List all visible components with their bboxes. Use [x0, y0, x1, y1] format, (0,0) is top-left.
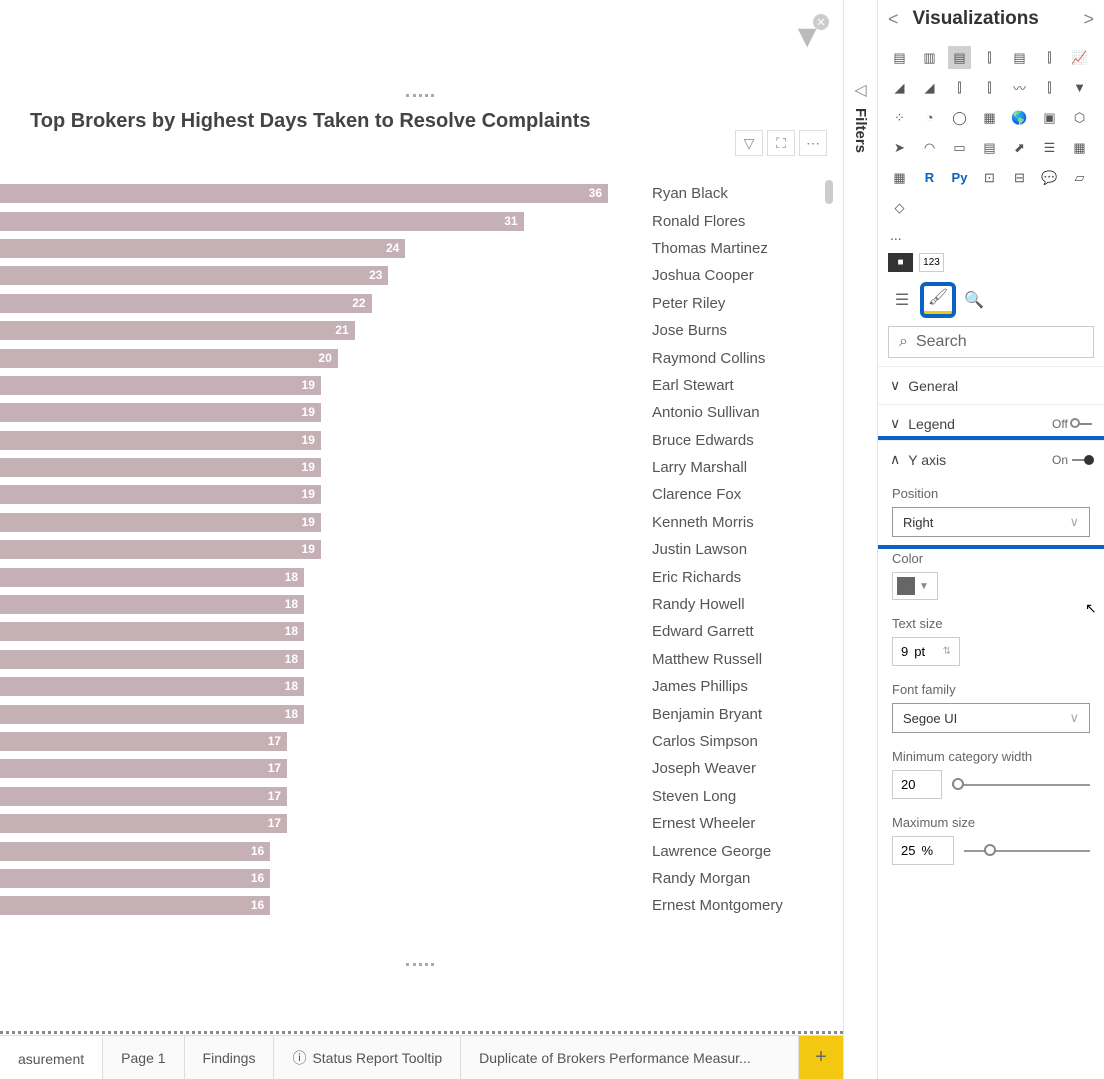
card-icon[interactable]: ▭: [948, 136, 971, 159]
text-size-input[interactable]: 9 pt ⇅: [892, 637, 960, 666]
clear-filter-icon[interactable]: ✕: [813, 14, 829, 30]
maximum-size-input[interactable]: 25 %: [892, 836, 954, 865]
font-family-label: Font family: [892, 682, 1090, 697]
clustered-column-icon[interactable]: ⫿: [978, 46, 1001, 69]
multi-row-card-icon[interactable]: ▤: [978, 136, 1001, 159]
area-chart-icon[interactable]: ◢: [888, 76, 911, 99]
section-y-axis[interactable]: ∧Y axis On: [878, 440, 1104, 478]
stacked-bar-icon[interactable]: ▤: [888, 46, 911, 69]
page-tab[interactable]: Page 1: [103, 1036, 184, 1079]
chevron-down-icon: ∨: [1069, 514, 1079, 530]
maximum-size-label: Maximum size: [892, 815, 1090, 830]
visualizations-pane: < Visualizations > ▤ ▥ ▤ ⫿ ▤ ⫿ 📈 ◢ ◢ ⫿ ⫿…: [877, 0, 1104, 1079]
page-tab[interactable]: Duplicate of Brokers Performance Measur.…: [461, 1036, 799, 1079]
add-page-button[interactable]: +: [799, 1036, 843, 1079]
chevron-up-icon: ∧: [890, 451, 900, 468]
field-well-chip[interactable]: ■: [888, 253, 913, 272]
color-label: Color: [892, 551, 1090, 566]
color-picker[interactable]: ▼: [892, 572, 938, 600]
visualizations-title: Visualizations: [913, 8, 1084, 30]
waterfall-icon[interactable]: ⫿: [1038, 76, 1061, 99]
ribbon-chart-icon[interactable]: 〰: [1008, 76, 1031, 99]
azure-map-icon[interactable]: ➤: [888, 136, 911, 159]
search-icon: ⌕: [899, 333, 908, 351]
report-canvas: ▼✕ Top Brokers by Highest Days Taken to …: [0, 0, 843, 1079]
page-tab[interactable]: asurement: [0, 1036, 103, 1079]
legend-toggle[interactable]: Off: [1052, 417, 1092, 431]
chevron-down-icon: ∨: [1069, 710, 1079, 726]
matrix-icon[interactable]: ▦: [888, 166, 911, 189]
chevron-down-icon: ∨: [890, 415, 900, 432]
page-tabs: asurement Page 1 Findings ⓘStatus Report…: [0, 1035, 843, 1079]
format-search[interactable]: ⌕ Search: [888, 326, 1094, 358]
filters-label: Filters: [852, 108, 869, 153]
kpi-icon[interactable]: ⬈: [1008, 136, 1031, 159]
page-tab[interactable]: Findings: [185, 1036, 275, 1079]
page-tab[interactable]: ⓘStatus Report Tooltip: [274, 1036, 461, 1079]
cursor-icon: ↖: [1085, 600, 1097, 617]
key-influencers-icon[interactable]: ⊡: [978, 166, 1001, 189]
stacked-area-icon[interactable]: ◢: [918, 76, 941, 99]
maximum-size-slider[interactable]: [964, 850, 1090, 852]
line-stacked-column-icon[interactable]: ⫿: [948, 76, 971, 99]
table-icon[interactable]: ▦: [1068, 136, 1091, 159]
pane-back-icon[interactable]: <: [888, 9, 899, 30]
min-category-width-slider[interactable]: [952, 784, 1090, 786]
position-label: Position: [892, 486, 1090, 501]
format-tab-icon[interactable]: 🖌: [924, 286, 952, 314]
line-clustered-column-icon[interactable]: ⫿: [978, 76, 1001, 99]
filters-pane-collapsed[interactable]: ◁ Filters: [843, 0, 877, 1079]
section-legend[interactable]: ∨Legend Off: [878, 404, 1104, 442]
gauge-icon[interactable]: ◠: [918, 136, 941, 159]
line-chart-icon[interactable]: 📈: [1068, 46, 1091, 69]
100-stacked-column-icon[interactable]: ⫿: [1038, 46, 1061, 69]
pie-chart-icon[interactable]: ◔: [918, 106, 941, 129]
font-family-select[interactable]: Segoe UI ∨: [892, 703, 1090, 733]
power-apps-icon[interactable]: ◇: [888, 196, 911, 219]
search-placeholder: Search: [916, 333, 967, 351]
funnel-icon[interactable]: ▼: [1068, 76, 1091, 99]
scatter-icon[interactable]: ⁘: [888, 106, 911, 129]
qa-visual-icon[interactable]: 💬: [1038, 166, 1061, 189]
clustered-bar-icon[interactable]: ▤: [948, 46, 971, 69]
shape-map-icon[interactable]: ⬡: [1068, 106, 1091, 129]
filled-map-icon[interactable]: ▣: [1038, 106, 1061, 129]
map-icon[interactable]: 🌎: [1008, 106, 1031, 129]
expand-filters-icon[interactable]: ◁: [844, 80, 877, 100]
stepper-icon[interactable]: ⇅: [943, 646, 951, 657]
min-category-width-label: Minimum category width: [892, 749, 1090, 764]
min-category-width-input[interactable]: 20: [892, 770, 942, 799]
r-visual-icon[interactable]: R: [918, 166, 941, 189]
position-select[interactable]: Right ∨: [892, 507, 1090, 537]
paginated-report-icon[interactable]: ▱: [1068, 166, 1091, 189]
tooltip-icon: ⓘ: [292, 1048, 306, 1068]
y-axis-toggle[interactable]: On: [1052, 453, 1092, 467]
more-visuals[interactable]: ...: [878, 227, 1104, 243]
pane-forward-icon[interactable]: >: [1083, 9, 1094, 30]
100-stacked-bar-icon[interactable]: ▤: [1008, 46, 1031, 69]
analytics-tab-icon[interactable]: 🔍: [960, 286, 988, 314]
filter-applied-icon[interactable]: ▼✕: [791, 18, 823, 55]
visual-type-gallery: ▤ ▥ ▤ ⫿ ▤ ⫿ 📈 ◢ ◢ ⫿ ⫿ 〰 ⫿ ▼ ⁘ ◔ ◯ ▦ 🌎 ▣ …: [878, 38, 1104, 227]
python-visual-icon[interactable]: Py: [948, 166, 971, 189]
decomposition-tree-icon[interactable]: ⊟: [1008, 166, 1031, 189]
text-size-label: Text size: [892, 616, 1090, 631]
fields-tab-icon[interactable]: ☰: [888, 286, 916, 314]
chevron-down-icon: ∨: [890, 377, 900, 394]
section-general[interactable]: ∨General: [878, 366, 1104, 404]
slicer-icon[interactable]: ☰: [1038, 136, 1061, 159]
donut-chart-icon[interactable]: ◯: [948, 106, 971, 129]
value-chip[interactable]: 123: [919, 253, 944, 272]
treemap-icon[interactable]: ▦: [978, 106, 1001, 129]
stacked-column-icon[interactable]: ▥: [918, 46, 941, 69]
